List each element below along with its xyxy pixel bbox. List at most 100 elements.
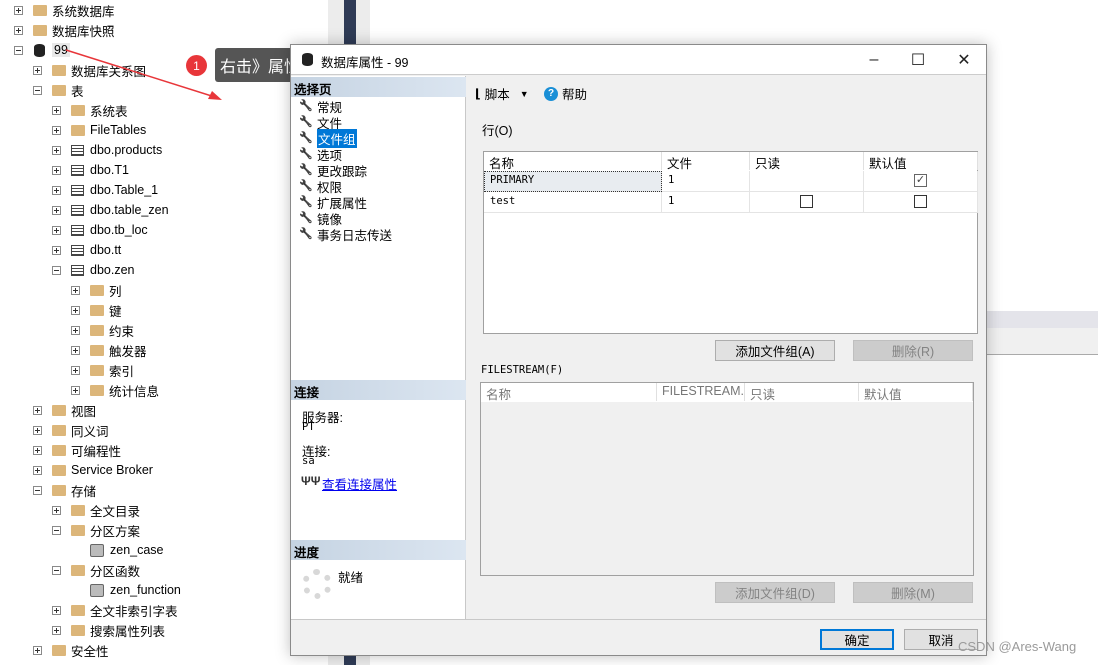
folder-icon (90, 364, 104, 376)
expand-icon[interactable] (52, 165, 61, 175)
filegroup-rows-grid[interactable]: 名称 文件 只读 默认值 PRIMARY 1 ✓ test 1 (483, 151, 978, 334)
tree-node[interactable]: zen_case (71, 540, 164, 560)
tree-node[interactable]: Service Broker (33, 460, 153, 480)
tree-node[interactable]: dbo.tt (52, 240, 121, 260)
expand-icon[interactable] (71, 365, 80, 375)
table-icon (71, 164, 84, 176)
tree-node[interactable]: 触发器 (71, 340, 147, 360)
tree-node[interactable]: 键 (71, 300, 122, 320)
default-checkbox[interactable] (914, 195, 927, 208)
folder-icon (90, 304, 104, 316)
tree-node[interactable]: 存储 (33, 480, 96, 500)
column-header[interactable]: 只读 (750, 152, 864, 171)
tree-node[interactable]: 列 (71, 280, 122, 300)
expand-icon[interactable] (33, 465, 42, 475)
expand-icon[interactable] (71, 325, 80, 335)
tree-node[interactable]: 搜索属性列表 (52, 620, 165, 640)
help-button[interactable]: ? 帮助 (544, 84, 587, 103)
tree-node[interactable]: dbo.tb_loc (52, 220, 148, 240)
tree-node[interactable]: 约束 (71, 320, 134, 340)
expand-icon[interactable] (33, 445, 42, 455)
column-header[interactable]: 名称 (484, 152, 662, 171)
maximize-button[interactable]: ☐ (896, 45, 940, 75)
minimize-button[interactable]: – (852, 45, 896, 75)
expand-icon[interactable] (52, 225, 61, 235)
expand-icon[interactable] (52, 185, 61, 195)
cell-readonly (750, 171, 864, 192)
close-button[interactable]: ✕ (942, 45, 986, 75)
script-button[interactable]: ⌊ 脚本 ▼ (475, 84, 529, 103)
expand-icon[interactable] (71, 345, 80, 355)
column-header[interactable]: 只读 (745, 383, 859, 402)
expand-icon[interactable] (52, 205, 61, 215)
column-header[interactable]: FILESTREAM... (657, 383, 745, 401)
cell-name[interactable]: test (484, 192, 662, 213)
tree-node-label: 安全性 (71, 644, 109, 659)
column-header[interactable]: 默认值 (864, 152, 978, 171)
collapse-icon[interactable] (52, 525, 61, 535)
filestream-grid[interactable]: 名称 FILESTREAM... 只读 默认值 (480, 382, 974, 576)
tree-node[interactable]: 视图 (33, 400, 96, 420)
tree-node[interactable]: dbo.Table_1 (52, 180, 158, 200)
readonly-checkbox[interactable] (800, 195, 813, 208)
ok-button[interactable]: 确定 (820, 629, 894, 650)
column-header[interactable]: 默认值 (859, 383, 973, 402)
folder-icon (90, 324, 104, 336)
expand-icon[interactable] (52, 145, 61, 155)
table-icon (71, 244, 84, 256)
title-bar[interactable]: 数据库属性 - 99 – ☐ ✕ (291, 45, 986, 75)
tree-node[interactable]: 安全性 (33, 640, 109, 660)
view-connection-properties-link[interactable]: 查看连接属性 (322, 474, 397, 493)
connection-plug-icon: ΨΨ (301, 474, 321, 488)
left-pane: 选择页 🔧 常规 🔧 文件 🔧 文件组 🔧 选项 🔧 更改跟踪 🔧 权限 🔧 扩展属性 🔧 镜像 🔧 事务日志传送… (291, 76, 466, 619)
table-icon (71, 224, 84, 236)
tree-node[interactable]: dbo.table_zen (52, 200, 169, 220)
folder-icon (52, 404, 66, 416)
add-filestream-filegroup-button[interactable]: 添加文件组(D) (715, 582, 835, 603)
tree-node[interactable]: 统计信息 (71, 380, 159, 400)
expand-icon[interactable] (33, 645, 42, 655)
expand-icon[interactable] (52, 505, 61, 515)
folder-icon (71, 524, 85, 536)
tree-node[interactable]: FileTables (52, 120, 146, 140)
expand-icon[interactable] (52, 605, 61, 615)
expand-icon[interactable] (71, 385, 80, 395)
tree-node-label: dbo.tt (90, 243, 122, 257)
tree-node[interactable]: 全文非索引字表 (52, 600, 178, 620)
table-icon (71, 204, 84, 216)
dialog-title: 数据库属性 - 99 (321, 56, 409, 70)
tree-node-label: dbo.T1 (90, 163, 129, 177)
table-icon (71, 144, 84, 156)
collapse-icon[interactable] (52, 565, 61, 575)
add-filegroup-button[interactable]: 添加文件组(A) (715, 340, 835, 361)
page-item[interactable]: 🔧 事务日志传送 (299, 226, 392, 243)
tree-node[interactable]: 分区方案 (52, 520, 140, 540)
annotation-number: 1 (186, 55, 207, 76)
dropdown-arrow-icon[interactable]: ▼ (520, 89, 529, 99)
tree-node[interactable]: dbo.products (52, 140, 162, 160)
expand-icon[interactable] (52, 125, 61, 135)
expand-icon[interactable] (52, 625, 61, 635)
column-header[interactable]: 文件 (662, 152, 750, 171)
collapse-icon[interactable] (33, 485, 42, 495)
cell-name[interactable]: PRIMARY (484, 171, 662, 192)
tree-node[interactable]: dbo.zen (52, 260, 134, 280)
expand-icon[interactable] (33, 425, 42, 435)
remove-filestream-button[interactable]: 删除(M) (853, 582, 973, 603)
column-header[interactable]: 名称 (481, 383, 657, 402)
tree-node[interactable]: 索引 (71, 360, 134, 380)
tree-node[interactable]: 同义词 (33, 420, 109, 440)
collapse-icon[interactable] (52, 265, 61, 275)
wrench-icon: 🔧 (299, 132, 313, 144)
expand-icon[interactable] (71, 285, 80, 295)
expand-icon[interactable] (71, 305, 80, 315)
tree-node[interactable]: 全文目录 (52, 500, 140, 520)
tree-node[interactable]: 分区函数 (52, 560, 140, 580)
tree-node[interactable]: zen_function (71, 580, 181, 600)
expand-icon[interactable] (33, 405, 42, 415)
tree-node[interactable]: 可编程性 (33, 440, 121, 460)
default-checkbox-checked[interactable]: ✓ (914, 174, 927, 187)
expand-icon[interactable] (52, 245, 61, 255)
remove-filegroup-button[interactable]: 删除(R) (853, 340, 973, 361)
tree-node[interactable]: dbo.T1 (52, 160, 129, 180)
